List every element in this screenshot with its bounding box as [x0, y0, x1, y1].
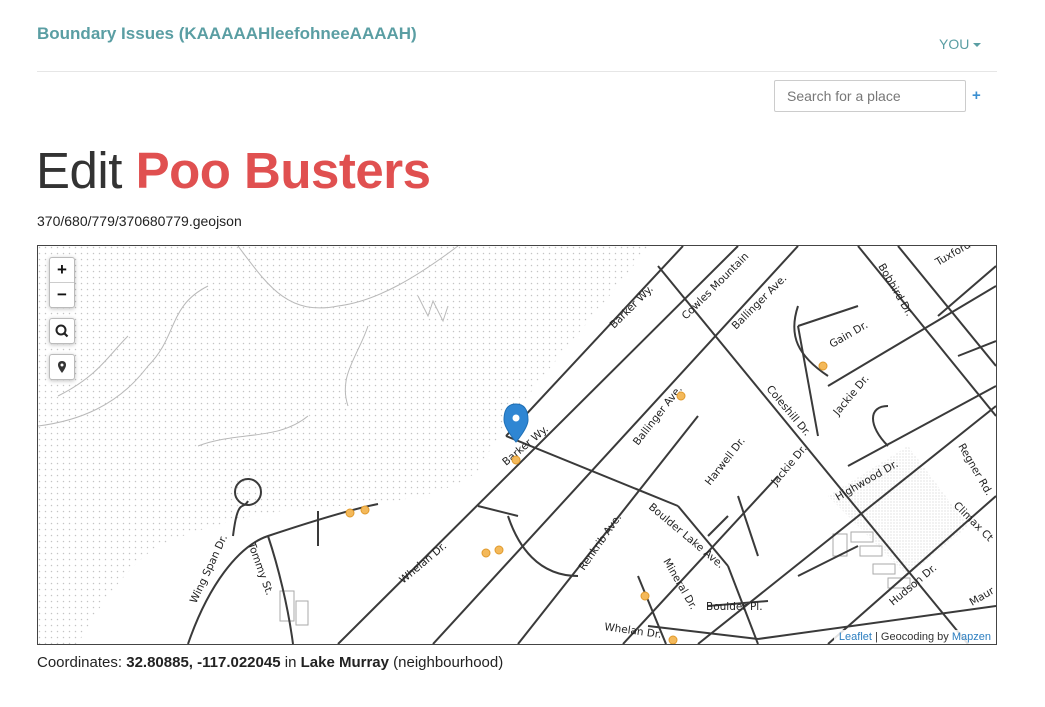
svg-text:Tuxford: Tuxford: [933, 246, 973, 269]
geojson-path: 370/680/779/370680779.geojson: [37, 213, 242, 229]
svg-text:Barker Wy.: Barker Wy.: [608, 283, 656, 331]
map-pin-icon: [58, 361, 66, 373]
venue-point: [676, 391, 686, 401]
coordinates-in: in: [284, 654, 297, 671]
locate-button[interactable]: [50, 355, 74, 379]
street-label: Whelan Dr.: [397, 540, 449, 586]
street-label: Jackie Dr.: [768, 443, 809, 489]
search-control: [49, 318, 75, 344]
search-input[interactable]: [774, 80, 966, 112]
venue-point: [494, 545, 504, 555]
zoom-out-button[interactable]: −: [50, 282, 74, 307]
header-divider: [37, 71, 997, 72]
svg-text:Maur: Maur: [968, 585, 997, 609]
attribution-text: | Geocoding by: [871, 631, 952, 643]
svg-text:Jackie Dr.: Jackie Dr.: [768, 443, 809, 489]
street-label: Tuxford: [933, 246, 973, 269]
mapzen-link[interactable]: Mapzen: [952, 631, 991, 643]
svg-text:Ballinger Ave.: Ballinger Ave.: [631, 383, 685, 447]
placetype-label: (neighbourhood): [393, 654, 504, 671]
svg-text:Harwell Dr.: Harwell Dr.: [703, 435, 748, 488]
svg-text:Regner Rd.: Regner Rd.: [955, 442, 994, 498]
svg-text:Whelan Dr.: Whelan Dr.: [397, 540, 449, 586]
user-menu-dropdown[interactable]: YOU: [939, 36, 982, 52]
zoom-control: + −: [49, 257, 75, 308]
park-area: [38, 246, 648, 644]
map-tiles: Barker Wy. Cowles Mountain Ballinger Ave…: [38, 246, 996, 644]
street-label: Gain Dr.: [828, 319, 871, 351]
svg-text:Tommy St.: Tommy St.: [245, 540, 275, 597]
map-search-button[interactable]: [50, 319, 74, 343]
svg-text:Ballinger Ave.: Ballinger Ave.: [730, 272, 790, 332]
add-place-link[interactable]: +: [972, 87, 981, 104]
zoom-in-button[interactable]: +: [50, 258, 74, 282]
locate-control: [49, 354, 75, 380]
svg-text:Mineral Dr.: Mineral Dr.: [660, 557, 699, 612]
street-label: Harwell Dr.: [703, 435, 748, 488]
street-label: Bobhird Dr.: [875, 262, 915, 319]
svg-text:Coleshill Dr.: Coleshill Dr.: [764, 383, 813, 438]
user-menu-label: YOU: [939, 36, 970, 52]
magnifier-icon: [55, 324, 69, 338]
svg-text:Gain Dr.: Gain Dr.: [828, 319, 871, 351]
street-label: Jackie Dr.: [830, 373, 871, 419]
venue-name: Poo Busters: [135, 142, 431, 199]
page-title-prefix: Edit: [36, 142, 122, 199]
street-label: Maur: [968, 585, 997, 609]
map-attribution: Leaflet | Geocoding by Mapzen: [833, 630, 996, 644]
street-label: Boulder Pl.: [706, 601, 763, 613]
svg-text:Bobhird Dr.: Bobhird Dr.: [875, 262, 915, 319]
street-label: Tommy St.: [245, 540, 275, 597]
map-view[interactable]: Barker Wy. Cowles Mountain Ballinger Ave…: [37, 245, 997, 645]
venue-point: [511, 455, 521, 465]
coordinates-line: Coordinates: 32.80885, -117.022045 in La…: [37, 654, 503, 671]
svg-text:Boulder Pl.: Boulder Pl.: [706, 601, 763, 613]
venue-point: [668, 635, 678, 644]
page-title: Edit Poo Busters: [36, 140, 431, 202]
venue-point: [360, 505, 370, 515]
svg-text:Renkrib Ave.: Renkrib Ave.: [577, 512, 625, 573]
street-label: Ballinger Ave.: [631, 383, 685, 447]
street-label: Whelan Dr.: [604, 621, 663, 641]
street-label: Ballinger Ave.: [730, 272, 790, 332]
svg-text:Boulder Lake Ave.: Boulder Lake Ave.: [646, 501, 726, 571]
street-label: Mineral Dr.: [660, 557, 699, 612]
svg-text:Whelan Dr.: Whelan Dr.: [604, 621, 663, 641]
neighbourhood-name: Lake Murray: [300, 654, 389, 671]
street-label: Regner Rd.: [955, 442, 994, 498]
site-brand-link[interactable]: Boundary Issues (KAAAAAHleefohneeAAAAH): [37, 24, 417, 44]
leaflet-link[interactable]: Leaflet: [839, 631, 872, 643]
street-label: Coleshill Dr.: [764, 383, 813, 438]
caret-down-icon: [973, 43, 982, 48]
street-label: Barker Wy.: [608, 283, 656, 331]
street-label: Renkrib Ave.: [577, 512, 625, 573]
coordinates-label: Coordinates:: [37, 654, 123, 671]
coordinates-value: 32.80885, -117.022045: [126, 654, 281, 671]
street-label: Boulder Lake Ave.: [646, 501, 726, 571]
venue-point: [640, 591, 650, 601]
svg-text:Jackie Dr.: Jackie Dr.: [830, 373, 871, 419]
venue-point: [481, 548, 491, 558]
venue-point: [345, 508, 355, 518]
venue-point: [818, 361, 828, 371]
